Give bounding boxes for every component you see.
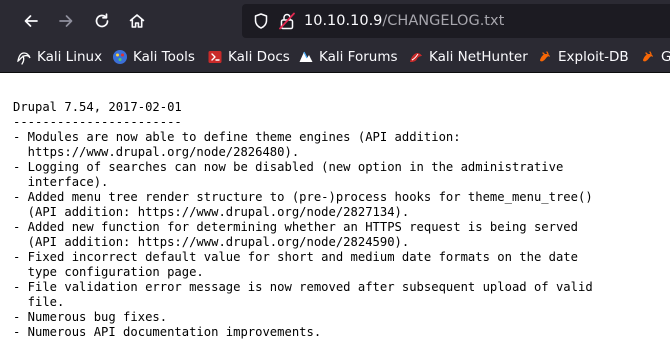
- back-button[interactable]: [16, 6, 46, 36]
- url-text[interactable]: 10.10.10.9/CHANGELOG.txt: [304, 12, 504, 30]
- text-line: file.: [13, 295, 65, 309]
- address-bar[interactable]: 10.10.10.9/CHANGELOG.txt: [242, 4, 670, 38]
- text-line: type configuration page.: [13, 265, 204, 279]
- text-line: Drupal 7.54, 2017-02-01: [13, 100, 182, 114]
- text-line: - Fixed incorrect default value for shor…: [13, 250, 578, 264]
- exploit-db-icon: [643, 51, 653, 62]
- bookmark-label: G: [661, 49, 670, 65]
- bookmark-truncated[interactable]: G: [640, 47, 670, 67]
- exploit-db-icon: [540, 51, 550, 62]
- text-line: - File validation error message is now r…: [13, 280, 593, 294]
- bookmark-label: Kali Docs: [228, 49, 290, 65]
- bookmark-label: Exploit-DB: [558, 49, 629, 65]
- text-line: - Added menu tree render structure to (p…: [13, 190, 593, 204]
- text-line: - Modules are now able to define theme e…: [13, 130, 461, 144]
- bookmark-label: Kali NetHunter: [429, 49, 528, 65]
- text-line: - Numerous API documentation improvement…: [13, 325, 322, 339]
- bookmark-kali-forums[interactable]: Kali Forums: [298, 47, 398, 67]
- arrow-left-icon: [24, 15, 38, 27]
- insecure-lock-icon[interactable]: [279, 12, 295, 30]
- text-line: https://www.drupal.org/node/2826480).: [13, 145, 300, 159]
- url-host: 10.10.10.9: [304, 13, 383, 29]
- reload-button[interactable]: [87, 6, 117, 36]
- text-line: (API addition: https://www.drupal.org/no…: [13, 235, 410, 249]
- bookmark-label: Kali Tools: [133, 49, 195, 65]
- kali-tools-icon: [113, 50, 127, 64]
- arrow-right-icon: [59, 15, 73, 27]
- url-path: /CHANGELOG.txt: [382, 13, 505, 29]
- text-line: - Added new function for determining whe…: [13, 220, 578, 234]
- bookmark-kali-nethunter[interactable]: Kali NetHunter: [408, 47, 528, 67]
- kali-docs-icon: [208, 51, 222, 63]
- page-content: Drupal 7.54, 2017-02-01 ----------------…: [0, 73, 670, 342]
- text-line: - Numerous bug fixes.: [13, 310, 168, 324]
- kali-forums-icon: [299, 51, 313, 62]
- bookmark-kali-docs[interactable]: Kali Docs: [207, 47, 290, 67]
- bookmark-kali-tools[interactable]: Kali Tools: [112, 47, 195, 67]
- text-line: interface).: [13, 175, 109, 189]
- tracking-protection-shield-icon[interactable]: [252, 12, 270, 30]
- bookmark-exploit-db[interactable]: Exploit-DB: [537, 47, 629, 67]
- reload-icon: [95, 13, 109, 28]
- text-line: -----------------------: [13, 115, 182, 129]
- bookmark-kali-linux[interactable]: Kali Linux: [16, 47, 102, 67]
- home-button[interactable]: [122, 6, 152, 36]
- bookmarks-toolbar: Kali Linux Kali Tools Kali Docs Kali For…: [0, 42, 670, 73]
- text-line: (API addition: https://www.drupal.org/no…: [13, 205, 410, 219]
- kali-dragon-icon: [17, 52, 31, 65]
- text-line: - Logging of searches can now be disable…: [13, 160, 564, 174]
- bookmark-label: Kali Forums: [319, 49, 398, 65]
- forward-button[interactable]: [51, 6, 81, 36]
- navigation-toolbar: 10.10.10.9/CHANGELOG.txt: [0, 0, 670, 42]
- kali-nethunter-icon: [410, 53, 422, 62]
- bookmark-label: Kali Linux: [37, 49, 103, 65]
- home-icon: [129, 14, 145, 28]
